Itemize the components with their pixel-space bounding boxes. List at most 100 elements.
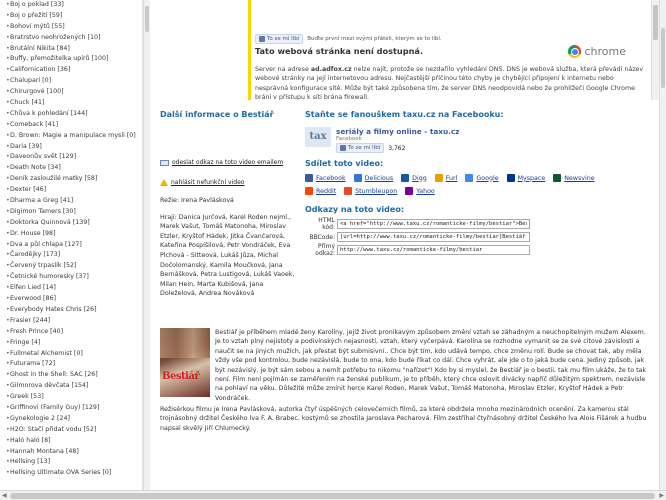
sidebar-item[interactable]: •Dva a půl chlapa [127] (6, 240, 142, 251)
error-host: ad.adfox.cz (310, 66, 352, 73)
sidebar-item[interactable]: •Červený trpaslík [52] (6, 261, 142, 272)
scroll-right-icon[interactable]: ▶ (659, 492, 664, 499)
bbcode-field[interactable] (337, 232, 530, 242)
sidebar-item[interactable]: •Everwood [86] (6, 294, 142, 305)
sidebar-scroll-thumb[interactable] (145, 6, 149, 32)
sidebar-item[interactable]: •D. Brown: Magie a manipulace mysli [0] (6, 131, 142, 142)
fb-page-name[interactable]: seriály a filmy online - taxu.cz (336, 127, 460, 136)
frame-like-row: To se mi líbí Buďte první mezi svými přá… (255, 34, 442, 44)
bbcode-row: BBCode: (305, 231, 650, 243)
chrome-logo: chrome (568, 45, 626, 58)
share-yahoo-link[interactable]: Yahoo (405, 187, 435, 195)
sidebar-item[interactable]: •Bratrstvo neohrožených [10] (6, 33, 142, 44)
sidebar-item[interactable]: •Hellsing [13] (6, 457, 142, 468)
share-furl-link[interactable]: Furl (434, 174, 457, 182)
sidebar-item[interactable]: •Dharma a Greg [41] (6, 196, 142, 207)
sidebar-item[interactable]: •Boj o poklad [33] (6, 0, 142, 11)
sidebar-item[interactable]: •Buffy, přemožitelka upírů [100] (6, 54, 142, 65)
sidebar-item[interactable]: •Daveonův svět [129] (6, 152, 142, 163)
crew-text: Režisérkou filmu je Irena Pavlásková, au… (160, 406, 647, 432)
sidebar-item[interactable]: •Chuck [41] (6, 98, 142, 109)
share-digg-link[interactable]: Digg (401, 174, 427, 182)
sidebar-item[interactable]: •Digimon Tamers [30] (6, 207, 142, 218)
furl-icon (434, 174, 443, 182)
share-heading: Sdílet toto video: (305, 159, 384, 168)
sidebar-item[interactable]: •Deník zasloužilé matky [58] (6, 174, 142, 185)
share-delicious-link[interactable]: Delicious (353, 174, 393, 182)
sidebar-item[interactable]: •Bohoví mýtů [55] (6, 22, 142, 33)
chrome-icon (568, 45, 582, 58)
sidebar-item[interactable]: •Gynekologie 2 [24] (6, 414, 142, 425)
delicious-icon (353, 174, 362, 182)
share-google-link[interactable]: Google (465, 174, 499, 182)
sidebar-item[interactable]: •Death Note [34] (6, 163, 142, 174)
sidebar-item[interactable]: •Futurama [72] (6, 359, 142, 370)
html-code-row: HTML kód: (305, 217, 650, 231)
error-title: Tato webová stránka není dostupná. (255, 46, 424, 56)
sidebar-item[interactable]: •H2O: Stačí přidat vodu [52] (6, 425, 142, 436)
share-facebook-link[interactable]: Facebook (305, 174, 346, 182)
share-panel: Staňte se fanouškem taxu.cz na Facebooku… (305, 110, 650, 257)
email-link[interactable]: odeslat odkaz na toto video emailem (160, 159, 300, 166)
sidebar-item[interactable]: •Griffinovi (Family Guy) [129] (6, 403, 142, 414)
report-link[interactable]: nahlásit nefunkční video (160, 179, 300, 186)
sidebar-item[interactable]: •Hellsing Ultimate OVA Series [0] (6, 468, 142, 479)
fb-like-count: 3,762 (388, 144, 406, 152)
direct-link-row: Přímý odkaz: (305, 243, 650, 257)
envelope-icon (160, 159, 169, 166)
sidebar-item[interactable]: •Elfen Lied [14] (6, 283, 142, 294)
error-message: Server na adrese ad.adfox.cz nelze najít… (255, 66, 644, 100)
taxu-logo: tax (305, 127, 331, 147)
share-stumbleupon-link[interactable]: Stumbleupon (344, 187, 397, 195)
yahoo-icon (405, 187, 414, 195)
info-heading: Další informace o Bestiář (160, 110, 274, 119)
sidebar-item[interactable]: •Četnické humoresky [37] (6, 272, 142, 283)
sidebar-item[interactable]: •Dr. House [98] (6, 229, 142, 240)
sidebar-item[interactable]: •Fullmetal Alchemist [0] (6, 349, 142, 360)
fb-like-button[interactable]: To se mi líbí (336, 143, 385, 153)
warning-icon (160, 179, 168, 186)
sidebar-item[interactable]: •Hannah Montana [48] (6, 447, 142, 458)
horizontal-scroll-thumb[interactable] (10, 493, 655, 499)
share-reddit-link[interactable]: Reddit (305, 187, 336, 195)
sidebar-item[interactable]: •Gilmorova děvčata [154] (6, 381, 142, 392)
sidebar-item[interactable]: •Greek [53] (6, 392, 142, 403)
sidebar-item[interactable]: •Chůva k pohledání [144] (6, 109, 142, 120)
sidebar-item[interactable]: •Fresh Prince [40] (6, 327, 142, 338)
sidebar-item[interactable]: •Chaluparí [0] (6, 76, 142, 87)
scroll-left-icon[interactable]: ◀ (2, 492, 7, 499)
sidebar-item[interactable]: •Ghost in the Shell: SAC [26] (6, 370, 142, 381)
page-scroll-thumb[interactable] (661, 28, 665, 88)
direct-link-field[interactable] (337, 245, 530, 255)
thumbs-up-icon (259, 36, 265, 42)
sidebar-item[interactable]: •Boj o přežití [59] (6, 11, 142, 22)
sidebar-item[interactable]: •Chirurgové [100] (6, 87, 142, 98)
sidebar-item[interactable]: •Fringe [4] (6, 338, 142, 349)
thumbs-up-icon (340, 145, 346, 151)
sidebar-item[interactable]: •Comeback [41] (6, 120, 142, 131)
frame-scrollbar[interactable] (651, 0, 659, 100)
html-code-field[interactable] (337, 219, 530, 229)
poster-title: Bestiář (162, 371, 200, 382)
series-list: •Boj o poklad [33] •Boj o přežití [59] •Bo… (0, 0, 142, 479)
fb-page-sub: Facebook (336, 136, 362, 142)
sidebar-item[interactable]: •Everybody Hates Chris [26] (6, 305, 142, 316)
movie-poster[interactable]: Bestiář (160, 328, 210, 397)
page-horizontal-scrollbar[interactable]: ◀ ▶ (0, 490, 666, 500)
page-vertical-scrollbar[interactable] (659, 0, 666, 490)
sidebar-item[interactable]: •Daria [39] (6, 142, 142, 153)
frame-like-button[interactable]: To se mi líbí (255, 34, 304, 44)
share-myspace-link[interactable]: Myspace (506, 174, 545, 182)
sidebar-scrollbar[interactable] (143, 0, 150, 490)
frame-like-text: Buďte první mezi svými přáteli, kterým s… (307, 36, 442, 42)
sidebar-item[interactable]: •Brutální Nikita [84] (6, 44, 142, 55)
sidebar-item[interactable]: •Californication [36] (6, 65, 142, 76)
sidebar-item[interactable]: •Frasier [244] (6, 316, 142, 327)
frame-scroll-thumb[interactable] (653, 5, 658, 40)
sidebar-item[interactable]: •Doktorka Quinnová [139] (6, 218, 142, 229)
sidebar-item[interactable]: •Čarodějky [173] (6, 250, 142, 261)
myspace-icon (506, 174, 515, 182)
sidebar-item[interactable]: •Dexter [46] (6, 185, 142, 196)
sidebar-item[interactable]: •Haló haló [8] (6, 436, 142, 447)
share-newsvine-link[interactable]: Newsvine (553, 174, 595, 182)
